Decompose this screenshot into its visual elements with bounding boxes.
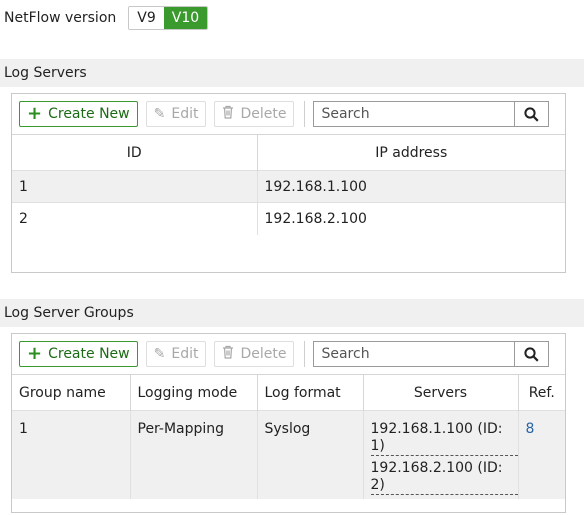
netflow-version-toggle: V9 V10 (128, 6, 209, 30)
netflow-version-label: NetFlow version (4, 10, 117, 26)
netflow-version-row: NetFlow version V9 V10 (4, 6, 209, 30)
log-server-groups-delete-button[interactable]: Delete (214, 341, 295, 367)
cell-servers: 192.168.1.100 (ID: 1) 192.168.2.100 (ID:… (363, 410, 519, 499)
log-server-groups-create-new-button[interactable]: + Create New (19, 341, 138, 367)
cell-log-format: Syslog (257, 410, 364, 499)
column-header-group-name[interactable]: Group name (12, 374, 131, 411)
log-servers-create-new-button[interactable]: + Create New (19, 101, 138, 127)
netflow-v9-option[interactable]: V9 (129, 7, 164, 29)
log-servers-table: ID IP address 1 192.168.1.100 2 192.168.… (12, 134, 565, 235)
trash-icon (222, 105, 234, 123)
edit-label: Edit (171, 346, 199, 362)
log-server-groups-toolbar: + Create New ✎ Edit Delete (12, 334, 565, 374)
table-row[interactable]: 1 192.168.1.100 (12, 170, 565, 203)
cell-id: 2 (12, 202, 258, 235)
table-row[interactable]: 2 192.168.2.100 (12, 202, 565, 235)
log-servers-toolbar: + Create New ✎ Edit Delete (12, 94, 565, 134)
cell-ip-address: 192.168.1.100 (257, 170, 565, 203)
server-link[interactable]: 192.168.2.100 (ID: 2) (370, 460, 518, 495)
cell-id: 1 (12, 170, 258, 203)
column-header-ref[interactable]: Ref. (518, 374, 565, 411)
server-link[interactable]: 192.168.1.100 (ID: 1) (370, 421, 518, 456)
ref-count-link[interactable]: 8 (526, 421, 535, 437)
log-server-groups-panel: + Create New ✎ Edit Delete Group name Lo… (11, 333, 566, 513)
log-server-groups-edit-button[interactable]: ✎ Edit (145, 341, 207, 367)
table-row[interactable]: 1 Per-Mapping Syslog 192.168.1.100 (ID: … (12, 410, 565, 499)
cell-logging-mode: Per-Mapping (130, 410, 258, 499)
cell-group-name: 1 (12, 410, 131, 499)
log-server-groups-search-input[interactable] (314, 342, 515, 366)
toolbar-separator (304, 101, 306, 127)
log-servers-panel: + Create New ✎ Edit Delete ID IP address (11, 93, 566, 273)
plus-icon: + (27, 343, 43, 364)
pencil-icon: ✎ (153, 346, 166, 362)
column-header-ip-address[interactable]: IP address (257, 134, 565, 171)
log-server-groups-search-button[interactable] (514, 342, 549, 366)
log-servers-header: Log Servers (0, 59, 584, 87)
log-servers-search (313, 101, 550, 127)
log-servers-search-input[interactable] (314, 102, 515, 126)
column-header-servers[interactable]: Servers (363, 374, 519, 411)
pencil-icon: ✎ (153, 106, 166, 122)
cell-ref: 8 (518, 410, 565, 499)
column-header-logging-mode[interactable]: Logging mode (130, 374, 258, 411)
cell-ip-address: 192.168.2.100 (257, 202, 565, 235)
search-icon (524, 346, 540, 362)
create-new-label: Create New (48, 346, 130, 362)
delete-label: Delete (240, 106, 287, 122)
column-header-id[interactable]: ID (12, 134, 258, 171)
log-server-groups-table: Group name Logging mode Log format Serve… (12, 374, 565, 499)
search-icon (524, 106, 540, 122)
log-servers-edit-button[interactable]: ✎ Edit (145, 101, 207, 127)
column-header-log-format[interactable]: Log format (257, 374, 364, 411)
plus-icon: + (27, 103, 43, 124)
edit-label: Edit (171, 106, 199, 122)
trash-icon (222, 345, 234, 363)
delete-label: Delete (240, 346, 287, 362)
toolbar-separator (304, 341, 306, 367)
log-servers-delete-button[interactable]: Delete (214, 101, 295, 127)
netflow-v10-option[interactable]: V10 (163, 7, 208, 29)
log-server-groups-search (313, 341, 550, 367)
log-server-groups-header: Log Server Groups (0, 299, 584, 327)
log-servers-search-button[interactable] (514, 102, 549, 126)
create-new-label: Create New (48, 106, 130, 122)
